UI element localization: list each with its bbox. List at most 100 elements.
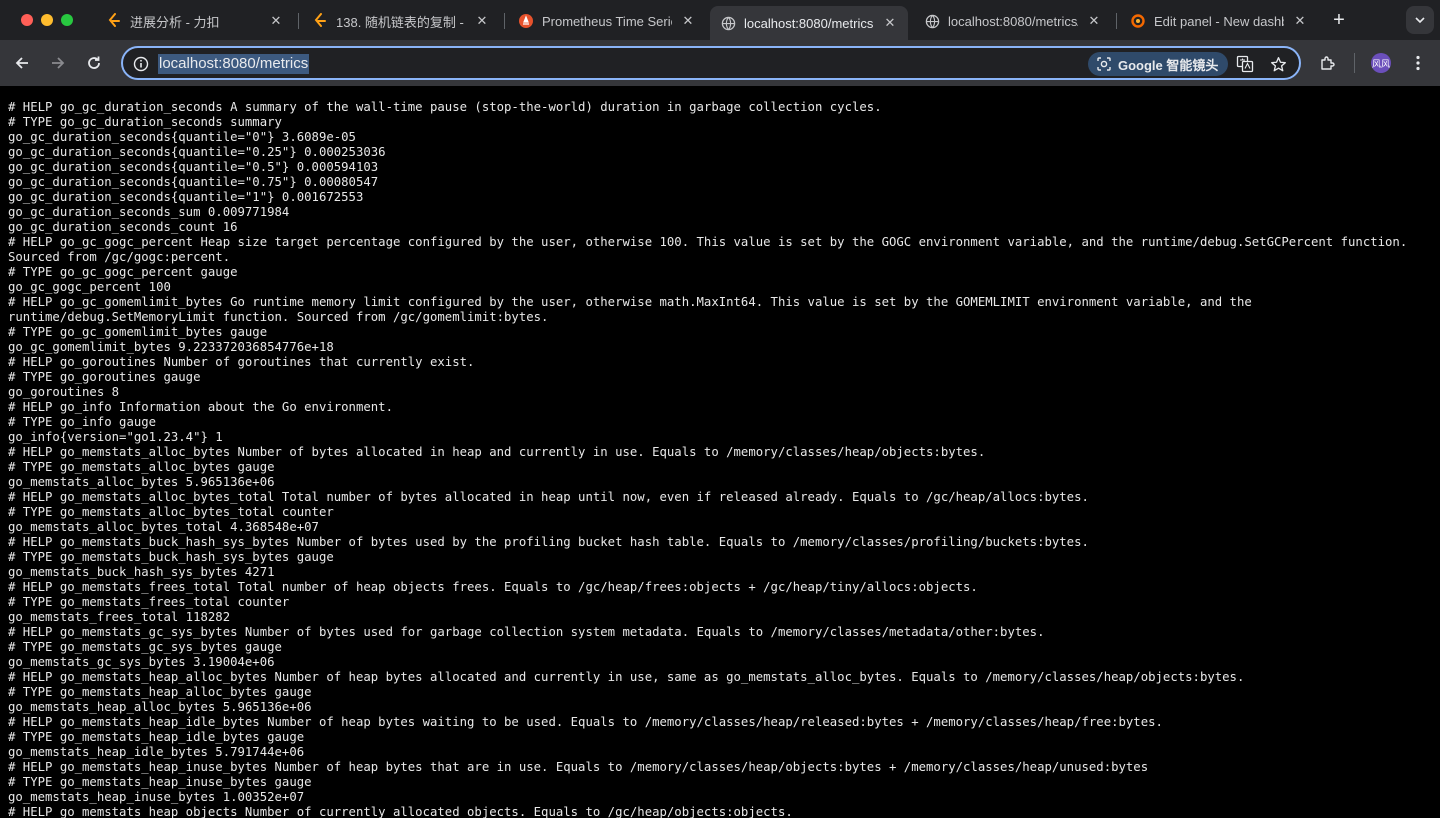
minimize-window-button[interactable]	[41, 14, 53, 26]
metric-comment-line: # TYPE go_memstats_gc_sys_bytes gauge	[8, 640, 282, 654]
tab-leetcode-progress[interactable]: 进展分析 - 力扣 ✕	[96, 6, 294, 36]
forward-arrow-icon	[52, 57, 65, 69]
metric-value-line: go_memstats_frees_total 118282	[8, 610, 231, 624]
metric-comment-line: # HELP go_gc_gomemlimit_bytes Go runtime…	[8, 295, 1260, 324]
reload-icon	[88, 56, 100, 69]
metric-comment-line: # TYPE go_gc_gogc_percent gauge	[8, 265, 238, 279]
metric-comment-line: # TYPE go_memstats_heap_inuse_bytes gaug…	[8, 775, 312, 789]
tab-divider	[504, 13, 505, 29]
tab-prometheus[interactable]: Prometheus Time Series ✕	[508, 6, 706, 36]
tab-search-button[interactable]	[1406, 6, 1434, 34]
tab-title: 进展分析 - 力扣	[130, 14, 220, 30]
translate-icon[interactable]	[1236, 55, 1254, 73]
window-controls	[21, 14, 73, 26]
metric-comment-line: # HELP go_memstats_heap_alloc_bytes Numb…	[8, 670, 1245, 684]
close-tab-icon[interactable]: ✕	[882, 15, 898, 31]
metric-value-line: go_goroutines 8	[8, 385, 120, 399]
metric-comment-line: # HELP go_gc_gogc_percent Heap size targ…	[8, 235, 1415, 264]
bookmark-star-icon[interactable]	[1269, 55, 1287, 73]
back-button[interactable]	[12, 53, 32, 73]
metric-value-line: go_gc_gomemlimit_bytes 9.223372036854776…	[8, 340, 334, 354]
puzzle-icon	[1321, 56, 1335, 70]
metric-comment-line: # TYPE go_memstats_heap_alloc_bytes gaug…	[8, 685, 312, 699]
toolbar: localhost:8080/metrics Google 智能镜头 风风	[0, 40, 1440, 86]
back-arrow-icon	[15, 57, 28, 69]
metric-comment-line: # TYPE go_info gauge	[8, 415, 157, 429]
more-vertical-icon	[1416, 55, 1420, 71]
metric-comment-line: # HELP go_goroutines Number of goroutine…	[8, 355, 475, 369]
tab-title: Edit panel - New dashboard	[1154, 13, 1284, 29]
tab-divider	[1116, 13, 1117, 29]
metric-comment-line: # TYPE go_memstats_frees_total counter	[8, 595, 290, 609]
metric-comment-line: # HELP go_info Information about the Go …	[8, 400, 393, 414]
forward-button[interactable]	[48, 53, 68, 73]
google-lens-button[interactable]: Google 智能镜头	[1088, 52, 1229, 76]
lens-label: Google 智能镜头	[1118, 57, 1219, 73]
close-tab-icon[interactable]: ✕	[1086, 13, 1102, 29]
metric-comment-line: # TYPE go_goroutines gauge	[8, 370, 201, 384]
metric-value-line: go_gc_duration_seconds{quantile="0.5"} 0…	[8, 160, 379, 174]
metric-comment-line: # HELP go_memstats_heap_idle_bytes Numbe…	[8, 715, 1163, 729]
menu-button[interactable]	[1408, 53, 1428, 73]
tab-metrics-active[interactable]: localhost:8080/metrics ✕	[710, 6, 908, 40]
metric-value-line: go_gc_duration_seconds_count 16	[8, 220, 238, 234]
metric-comment-line: # HELP go_memstats_heap_objects Number o…	[8, 805, 793, 818]
tab-title: 138. 随机链表的复制 - 力扣	[336, 14, 466, 30]
tab-divider	[298, 13, 299, 29]
globe-icon	[924, 13, 940, 29]
tab-strip: 进展分析 - 力扣 ✕ 138. 随机链表的复制 - 力扣 ✕ Promethe…	[0, 0, 1440, 40]
metric-value-line: go_gc_duration_seconds{quantile="0.25"} …	[8, 145, 386, 159]
grafana-icon	[1130, 13, 1146, 29]
metric-value-line: go_memstats_heap_alloc_bytes 5.965136e+0…	[8, 700, 312, 714]
metric-value-line: go_memstats_alloc_bytes_total 4.368548e+…	[8, 520, 319, 534]
metrics-text: # HELP go_gc_duration_seconds A summary …	[8, 100, 1432, 818]
close-tab-icon[interactable]: ✕	[474, 13, 490, 29]
metric-comment-line: # TYPE go_memstats_alloc_bytes_total cou…	[8, 505, 334, 519]
leetcode-icon	[106, 13, 122, 29]
extensions-button[interactable]	[1318, 53, 1338, 73]
metric-comment-line: # HELP go_memstats_buck_hash_sys_bytes N…	[8, 535, 1089, 549]
metric-comment-line: # HELP go_gc_duration_seconds A summary …	[8, 100, 882, 114]
metric-comment-line: # HELP go_memstats_gc_sys_bytes Number o…	[8, 625, 1045, 639]
reload-button[interactable]	[84, 53, 104, 73]
metric-value-line: go_memstats_gc_sys_bytes 3.19004e+06	[8, 655, 275, 669]
close-tab-icon[interactable]: ✕	[1292, 13, 1308, 29]
metric-comment-line: # TYPE go_gc_gomemlimit_bytes gauge	[8, 325, 268, 339]
metric-comment-line: # TYPE go_gc_duration_seconds summary	[8, 115, 282, 129]
metric-value-line: go_gc_duration_seconds{quantile="1"} 0.0…	[8, 190, 364, 204]
close-window-button[interactable]	[21, 14, 33, 26]
leetcode-icon	[312, 13, 328, 29]
close-tab-icon[interactable]: ✕	[680, 13, 696, 29]
new-tab-button[interactable]: +	[1329, 10, 1349, 30]
metric-comment-line: # HELP go_memstats_heap_inuse_bytes Numb…	[8, 760, 1149, 774]
metric-comment-line: # TYPE go_memstats_alloc_bytes gauge	[8, 460, 275, 474]
metric-value-line: go_memstats_heap_idle_bytes 5.791744e+06	[8, 745, 305, 759]
tab-grafana[interactable]: Edit panel - New dashboard ✕	[1120, 6, 1318, 36]
url-text[interactable]: localhost:8080/metrics	[158, 54, 310, 74]
metric-value-line: go_memstats_heap_inuse_bytes 1.00352e+07	[8, 790, 305, 804]
metric-comment-line: # TYPE go_memstats_heap_idle_bytes gauge	[8, 730, 305, 744]
prometheus-icon	[518, 13, 534, 29]
maximize-window-button[interactable]	[61, 14, 73, 26]
metric-value-line: go_gc_gogc_percent 100	[8, 280, 171, 294]
metric-value-line: go_gc_duration_seconds{quantile="0"} 3.6…	[8, 130, 356, 144]
lens-icon	[1097, 57, 1111, 71]
close-tab-icon[interactable]: ✕	[268, 13, 284, 29]
profile-avatar[interactable]: 风风	[1371, 53, 1391, 73]
toolbar-divider	[1354, 53, 1355, 73]
tab-title: Prometheus Time Series	[542, 13, 672, 29]
metric-value-line: go_info{version="go1.23.4"} 1	[8, 430, 223, 444]
site-info-icon[interactable]	[133, 56, 149, 72]
tab-title: localhost:8080/metrics/	[948, 13, 1078, 29]
address-bar[interactable]: localhost:8080/metrics Google 智能镜头	[121, 46, 1301, 80]
metric-comment-line: # HELP go_memstats_alloc_bytes Number of…	[8, 445, 986, 459]
metric-value-line: go_memstats_buck_hash_sys_bytes 4271	[8, 565, 275, 579]
tab-metrics-2[interactable]: localhost:8080/metrics/ ✕	[914, 6, 1112, 36]
metric-value-line: go_memstats_alloc_bytes 5.965136e+06	[8, 475, 275, 489]
tab-leetcode-138[interactable]: 138. 随机链表的复制 - 力扣 ✕	[302, 6, 500, 36]
page-content: # HELP go_gc_duration_seconds A summary …	[0, 86, 1440, 818]
profile-initials: 风风	[1371, 58, 1390, 69]
chevron-down-icon	[1415, 17, 1425, 24]
metric-value-line: go_gc_duration_seconds_sum 0.009771984	[8, 205, 290, 219]
metric-value-line: go_gc_duration_seconds{quantile="0.75"} …	[8, 175, 379, 189]
